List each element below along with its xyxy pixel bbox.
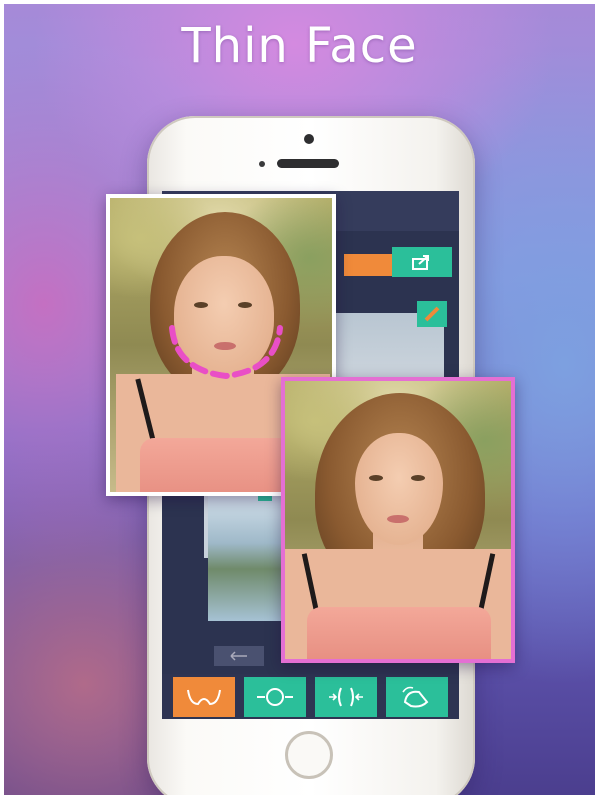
undo-button[interactable] [214,646,264,666]
share-button[interactable] [392,247,452,277]
edit-icon [424,306,440,322]
face-contour-guide [169,325,283,380]
edit-button[interactable] [417,301,447,327]
after-photo-card [281,377,515,663]
compare-button[interactable] [344,254,392,276]
tool-face-slim[interactable] [315,676,378,717]
right-eye [411,475,425,481]
face-contour-icon [186,689,221,705]
home-button[interactable] [285,731,333,779]
after-photo [285,381,511,659]
undo-icon [230,651,247,661]
tool-bar [162,674,459,719]
earpiece-speaker [277,159,339,168]
proximity-sensor [259,161,265,167]
hand-reshape-icon [402,686,429,707]
tool-face-contour[interactable] [172,676,235,717]
app-store-banner: Thin Face [4,4,595,795]
lips [387,515,409,523]
share-icon [412,255,429,270]
face-slim-icon [329,687,364,706]
front-camera [304,134,314,144]
swim-top [307,607,491,659]
left-eye [369,475,383,481]
tool-face-circle[interactable] [243,676,306,717]
banner-title: Thin Face [181,18,418,74]
face-circle-icon [256,687,293,706]
tool-hand-reshape[interactable] [386,676,449,717]
